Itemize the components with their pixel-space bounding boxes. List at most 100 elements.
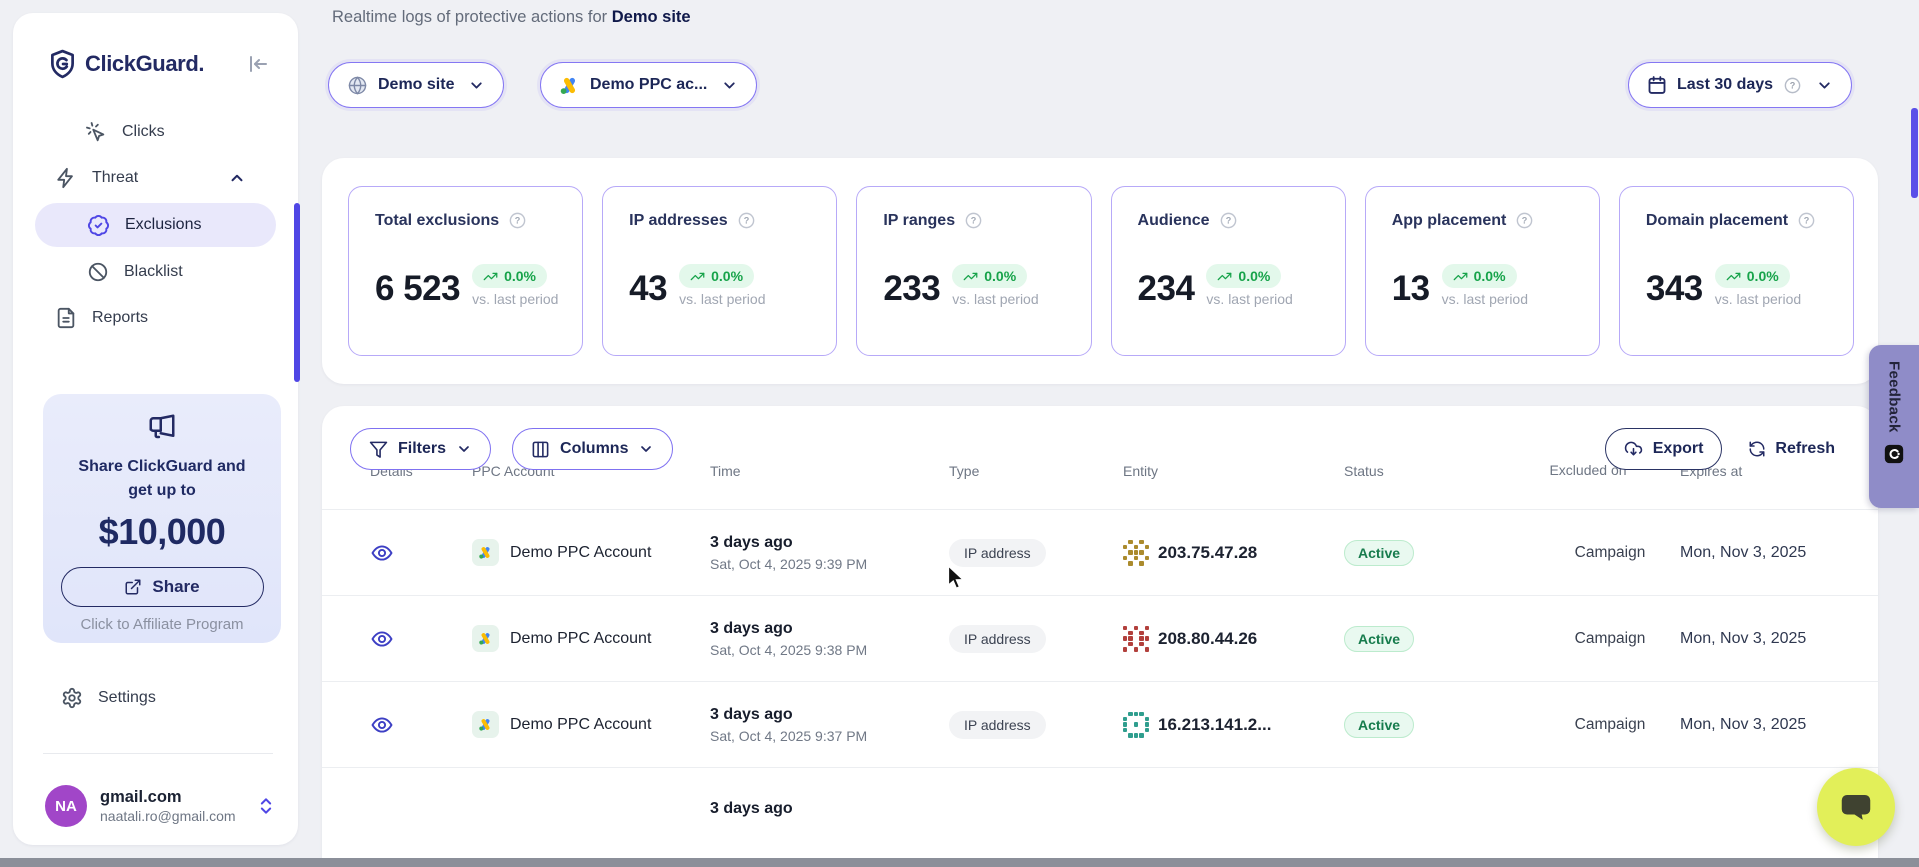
help-icon[interactable]: ?: [964, 211, 983, 230]
trending-up-icon: [1217, 269, 1232, 284]
sidebar-item-threat[interactable]: Threat: [13, 155, 298, 201]
details-eye-icon[interactable]: [370, 541, 394, 565]
promo-line-2: get up to: [128, 482, 196, 499]
table-toolbar: Filters Columns Export Refresh: [350, 428, 1835, 470]
help-icon[interactable]: ?: [1515, 211, 1534, 230]
settings-label: Settings: [98, 689, 156, 707]
time-relative: 3 days ago: [710, 706, 949, 724]
export-button[interactable]: Export: [1605, 428, 1723, 470]
svg-text:?: ?: [1790, 80, 1796, 90]
svg-text:?: ?: [515, 216, 521, 226]
external-link-icon: [124, 578, 142, 596]
columns-button-label: Columns: [560, 440, 628, 458]
trending-up-icon: [1726, 269, 1741, 284]
subtitle-site-name: Demo site: [612, 8, 691, 26]
sidebar-item-clicks[interactable]: Clicks: [13, 109, 298, 155]
excluded-on-value: Campaign: [1540, 630, 1680, 648]
stat-change: 0.0%: [1747, 268, 1779, 284]
google-ads-icon: [472, 539, 499, 566]
megaphone-icon: [147, 412, 177, 442]
help-icon[interactable]: ?: [508, 211, 527, 230]
account-switcher[interactable]: NA gmail.com naatali.ro@gmail.com: [45, 785, 276, 827]
bolt-icon: [55, 167, 77, 189]
chevron-up-icon: [228, 169, 246, 187]
filters-button[interactable]: Filters: [350, 428, 491, 470]
entity-identicon: [1123, 626, 1149, 652]
stat-card-app-placement: App placement ? 13 0.0% vs. last period: [1365, 186, 1600, 356]
svg-text:?: ?: [1804, 216, 1810, 226]
time-full: Sat, Oct 4, 2025 9:38 PM: [710, 642, 949, 658]
sidebar-item-blacklist[interactable]: Blacklist: [13, 249, 298, 295]
sidebar-divider: [43, 753, 273, 754]
stat-value: 43: [629, 269, 667, 309]
stat-title: Total exclusions: [375, 212, 499, 230]
stat-change: 0.0%: [1474, 268, 1506, 284]
details-eye-icon[interactable]: [370, 627, 394, 651]
ppc-account-name: Demo PPC Account: [510, 630, 651, 648]
date-range-selector[interactable]: Last 30 days ?: [1628, 62, 1852, 108]
stat-caption: vs. last period: [472, 291, 558, 307]
avatar: NA: [45, 785, 87, 827]
type-badge: IP address: [949, 539, 1046, 567]
details-eye-icon[interactable]: [370, 713, 394, 737]
google-ads-icon: [559, 75, 580, 96]
stat-title: IP ranges: [883, 212, 955, 230]
google-ads-icon: [472, 711, 499, 738]
sidebar-item-settings[interactable]: Settings: [61, 687, 156, 709]
stat-caption: vs. last period: [1442, 291, 1528, 307]
trending-up-icon: [963, 269, 978, 284]
sidebar-item-exclusions[interactable]: Exclusions: [35, 203, 276, 247]
columns-icon: [531, 440, 550, 459]
chevron-down-icon: [721, 77, 738, 94]
stat-title: IP addresses: [629, 212, 727, 230]
sidebar-item-label: Blacklist: [124, 263, 183, 281]
user-email: naatali.ro@gmail.com: [100, 808, 236, 826]
stat-title: Audience: [1138, 212, 1210, 230]
table-row: Demo PPC Account 3 days ago Sat, Oct 4, …: [322, 596, 1878, 682]
chevron-down-icon: [638, 441, 654, 457]
ban-icon: [87, 261, 109, 283]
clickguard-logo-icon: [49, 49, 76, 79]
svg-text:?: ?: [743, 216, 749, 226]
stat-card-domain-placement: Domain placement ? 343 0.0% vs. last per…: [1619, 186, 1854, 356]
stat-caption: vs. last period: [679, 291, 765, 307]
chevron-down-icon: [456, 441, 472, 457]
promo-line-1: Share ClickGuard and: [78, 458, 245, 475]
status-badge: Active: [1344, 540, 1414, 566]
globe-icon: [347, 75, 368, 96]
excluded-on-value: Campaign: [1540, 544, 1680, 562]
stat-caption: vs. last period: [1715, 291, 1801, 307]
affiliate-caption[interactable]: Click to Affiliate Program: [43, 616, 281, 633]
refresh-button[interactable]: Refresh: [1748, 440, 1835, 458]
promo-amount: $10,000: [43, 511, 281, 553]
site-selector[interactable]: Demo site: [328, 62, 504, 108]
expires-at-value: Mon, Nov 3, 2025: [1680, 716, 1830, 734]
sidebar-item-label: Clicks: [122, 123, 165, 141]
columns-button[interactable]: Columns: [512, 428, 673, 470]
export-button-label: Export: [1653, 440, 1704, 458]
help-icon[interactable]: ?: [737, 211, 756, 230]
ppc-account-selector[interactable]: Demo PPC ac...: [540, 62, 757, 108]
date-range-label: Last 30 days: [1677, 76, 1773, 94]
help-icon[interactable]: ?: [1783, 76, 1802, 95]
help-icon[interactable]: ?: [1797, 211, 1816, 230]
refresh-icon: [1748, 440, 1766, 458]
cursor-click-icon: [85, 121, 107, 143]
entity-value: 208.80.44.26: [1158, 629, 1257, 649]
share-button[interactable]: Share: [61, 567, 264, 607]
sidebar-item-label: Exclusions: [125, 216, 201, 234]
badge-check-icon: [87, 214, 110, 237]
stat-value: 343: [1646, 269, 1703, 309]
sidebar-collapse-icon[interactable]: [246, 52, 270, 76]
page-scrollbar[interactable]: [1911, 108, 1918, 198]
chat-launcher-button[interactable]: [1817, 768, 1895, 846]
stat-caption: vs. last period: [1206, 291, 1292, 307]
sidebar-item-reports[interactable]: Reports: [13, 295, 298, 341]
help-icon[interactable]: ?: [1219, 211, 1238, 230]
feedback-tab[interactable]: Feedback: [1869, 345, 1919, 508]
sidebar-scrollbar[interactable]: [294, 203, 300, 382]
document-icon: [55, 307, 77, 329]
stat-change: 0.0%: [984, 268, 1016, 284]
svg-text:?: ?: [1522, 216, 1528, 226]
time-relative: 3 days ago: [710, 800, 949, 818]
